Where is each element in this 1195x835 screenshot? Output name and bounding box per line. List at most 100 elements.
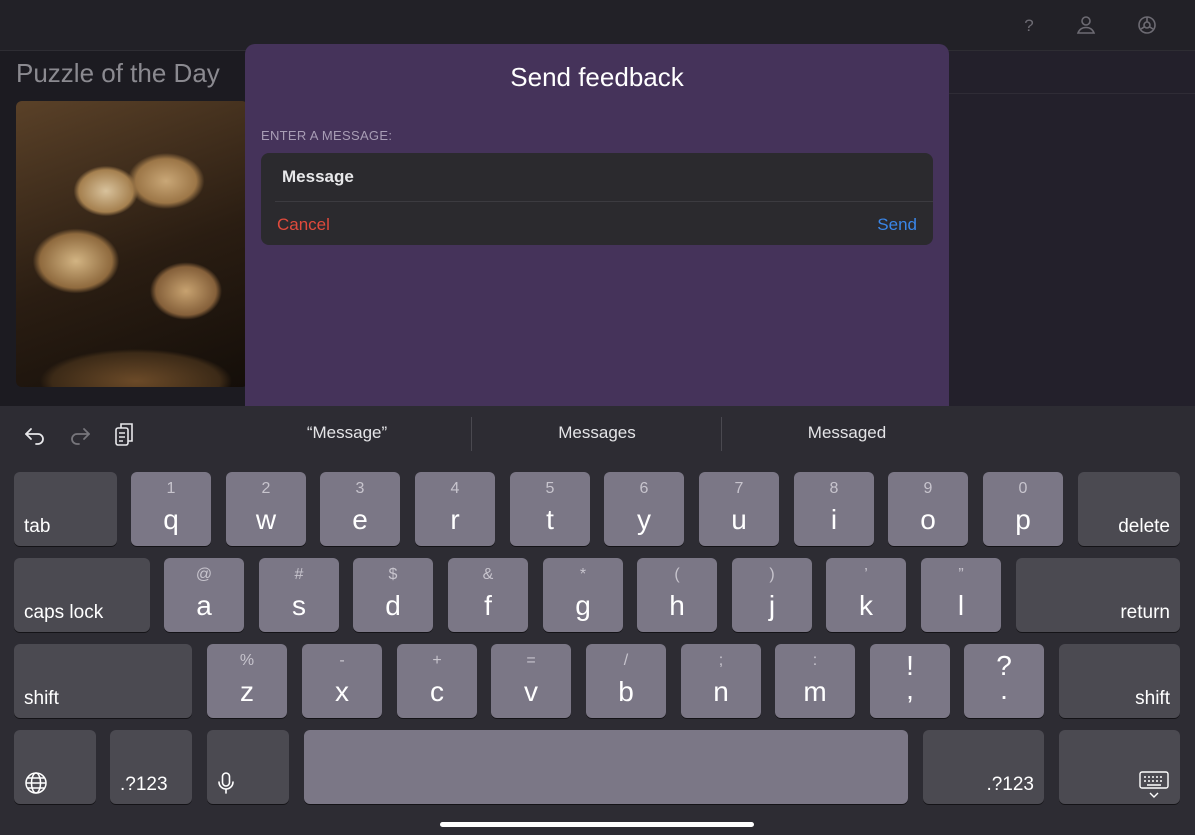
key-j[interactable]: ) j xyxy=(732,558,812,632)
page-title: Puzzle of the Day xyxy=(16,58,220,88)
key-primary: x xyxy=(335,676,349,707)
modal-title: Send feedback xyxy=(510,62,684,92)
redo-icon[interactable] xyxy=(67,421,93,447)
key-primary: j xyxy=(768,590,776,621)
help-icon[interactable]: ? xyxy=(1018,14,1040,36)
key-comma[interactable]: !, xyxy=(870,644,950,718)
key-n[interactable]: ; n xyxy=(681,644,761,718)
key-primary: k xyxy=(859,590,873,621)
key-x[interactable]: -x xyxy=(302,644,382,718)
key-g[interactable]: * g xyxy=(543,558,623,632)
key-s[interactable]: # s xyxy=(259,558,339,632)
key-secondary: / xyxy=(623,652,629,669)
key-t[interactable]: 5t xyxy=(510,472,590,546)
key-primary: m xyxy=(803,676,827,707)
key-e[interactable]: 3e xyxy=(320,472,400,546)
key-caps-lock-label: caps lock xyxy=(24,602,104,623)
key-secondary: 2 xyxy=(261,480,271,497)
key-r[interactable]: 4r xyxy=(415,472,495,546)
key-m[interactable]: :m xyxy=(775,644,855,718)
key-primary: e xyxy=(352,504,368,535)
key-y[interactable]: 6y xyxy=(604,472,684,546)
key-l[interactable]: ” l xyxy=(921,558,1001,632)
message-input[interactable]: Message xyxy=(282,167,354,187)
clipboard-icon[interactable] xyxy=(112,421,138,447)
key-secondary: & xyxy=(482,566,494,583)
key-primary: t xyxy=(546,504,554,535)
key-primary: y xyxy=(637,504,651,535)
key-secondary: - xyxy=(339,652,345,669)
key-q[interactable]: 1q xyxy=(131,472,211,546)
key-secondary: 1 xyxy=(166,480,176,497)
key-u[interactable]: 7u xyxy=(699,472,779,546)
key-primary: i xyxy=(830,504,838,535)
key-secondary: ( xyxy=(674,566,680,583)
key-shift-left[interactable]: shift xyxy=(14,644,192,718)
key-o[interactable]: 9o xyxy=(888,472,968,546)
key-delete[interactable]: delete xyxy=(1078,472,1180,546)
feedback-modal: Send feedback ENTER A MESSAGE: Message C… xyxy=(245,44,949,406)
suggestion-3[interactable]: Messaged xyxy=(727,421,967,451)
key-hide-keyboard[interactable] xyxy=(1059,730,1180,804)
key-secondary: * xyxy=(579,566,587,583)
key-secondary: @ xyxy=(195,566,213,583)
key-return[interactable]: return xyxy=(1016,558,1180,632)
key-v[interactable]: = v xyxy=(491,644,571,718)
key-p[interactable]: 0p xyxy=(983,472,1063,546)
key-a[interactable]: @ a xyxy=(164,558,244,632)
key-space[interactable] xyxy=(304,730,908,804)
key-caps-lock[interactable]: caps lock xyxy=(14,558,150,632)
key-primary: . xyxy=(1000,674,1008,705)
key-primary: c xyxy=(430,676,444,707)
key-z[interactable]: % z xyxy=(207,644,287,718)
message-box: Message Cancel Send xyxy=(261,153,933,245)
key-secondary: % xyxy=(239,652,255,669)
key-c[interactable]: + c xyxy=(397,644,477,718)
key-primary: d xyxy=(385,590,401,621)
key-b[interactable]: / b xyxy=(586,644,666,718)
settings-icon[interactable] xyxy=(1136,14,1158,36)
key-shift-right[interactable]: shift xyxy=(1059,644,1180,718)
key-primary: p xyxy=(1015,504,1031,535)
profile-icon[interactable] xyxy=(1075,14,1097,36)
key-primary: g xyxy=(575,590,591,621)
key-primary: f xyxy=(484,590,492,621)
key-secondary: ; xyxy=(718,652,724,669)
key-numbers-left[interactable]: .?123 xyxy=(110,730,192,804)
key-k[interactable]: ’ k xyxy=(826,558,906,632)
send-button[interactable]: Send xyxy=(877,215,917,235)
key-secondary: ) xyxy=(769,566,775,583)
globe-icon xyxy=(23,770,49,796)
key-secondary: 3 xyxy=(355,480,365,497)
key-numbers-label: .?123 xyxy=(986,774,1034,795)
onscreen-keyboard: “Message” Messages Messaged tab 1q 2w 3e… xyxy=(0,406,1195,835)
suggestion-divider xyxy=(721,417,722,451)
key-w[interactable]: 2w xyxy=(226,472,306,546)
key-numbers-right[interactable]: .?123 xyxy=(923,730,1044,804)
key-f[interactable]: & f xyxy=(448,558,528,632)
undo-icon[interactable] xyxy=(22,421,48,447)
key-d[interactable]: $ d xyxy=(353,558,433,632)
key-primary: o xyxy=(920,504,936,535)
key-primary: w xyxy=(255,504,277,535)
home-indicator xyxy=(440,822,754,827)
key-i[interactable]: 8i xyxy=(794,472,874,546)
suggestion-1[interactable]: “Message” xyxy=(227,421,467,451)
key-primary: u xyxy=(731,504,747,535)
key-secondary: = xyxy=(526,652,536,669)
key-globe[interactable] xyxy=(14,730,96,804)
key-primary: s xyxy=(292,590,306,621)
key-shift-label: shift xyxy=(24,688,59,709)
key-dictation[interactable] xyxy=(207,730,289,804)
puzzle-image[interactable] xyxy=(16,101,248,387)
key-secondary: 4 xyxy=(450,480,460,497)
key-secondary: 5 xyxy=(545,480,555,497)
microphone-icon xyxy=(213,770,239,796)
key-tab[interactable]: tab xyxy=(14,472,117,546)
cancel-button[interactable]: Cancel xyxy=(277,215,330,235)
key-h[interactable]: (h xyxy=(637,558,717,632)
key-numbers-label: .?123 xyxy=(120,774,168,795)
key-secondary: # xyxy=(294,566,304,583)
suggestion-2[interactable]: Messages xyxy=(477,421,717,451)
key-period[interactable]: ?. xyxy=(964,644,1044,718)
